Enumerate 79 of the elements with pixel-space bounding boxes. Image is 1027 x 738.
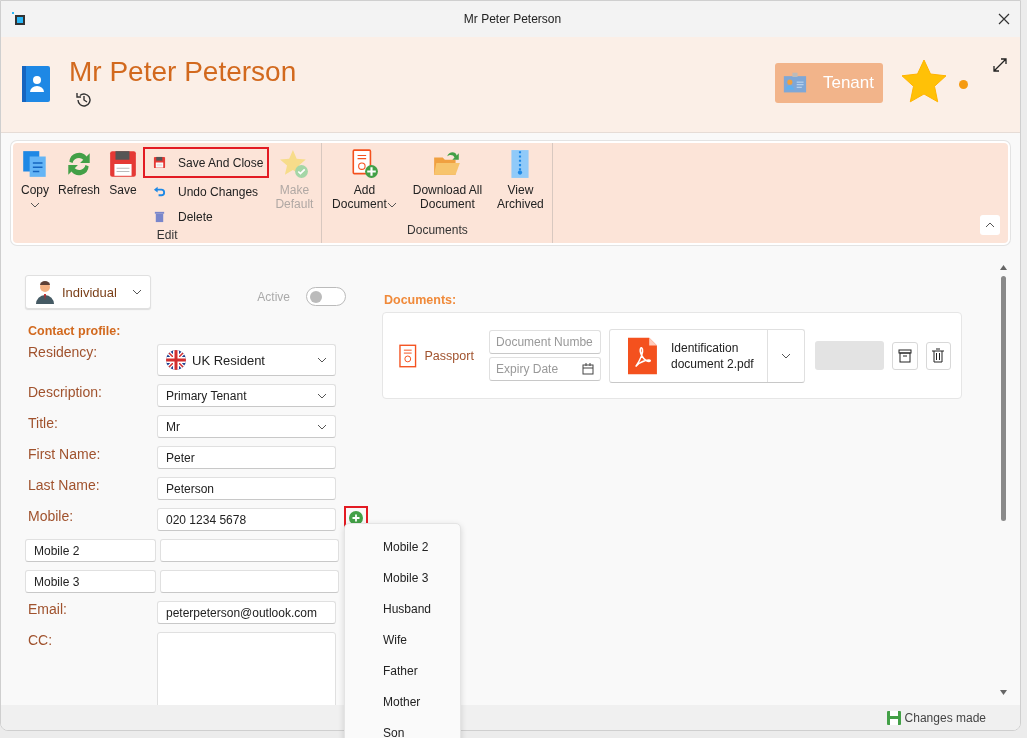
ribbon-button[interactable]: Copy [17, 147, 53, 213]
field-label: Last Name: [27, 477, 101, 493]
group-label: Documents [406, 223, 469, 239]
tenant-badge: Tenant [775, 63, 883, 103]
delete-button[interactable] [925, 341, 951, 370]
calendar-icon[interactable] [582, 363, 595, 375]
input-field[interactable]: 020 1234 5678 [157, 508, 336, 531]
history-icon[interactable] [75, 91, 93, 109]
contact-book-icon [21, 65, 51, 103]
document-type: Passport [424, 348, 475, 363]
documents-title: Documents: [384, 293, 458, 307]
field-label: CC: [27, 632, 54, 648]
archive-button[interactable] [892, 341, 918, 370]
field-label: Title: [27, 415, 59, 431]
scroll-up-icon[interactable] [999, 265, 1007, 270]
ribbon-button[interactable]: Undo Changes [143, 180, 270, 203]
input-field[interactable] [160, 539, 339, 562]
field-label: Mobile: [27, 508, 75, 524]
section-title: Contact profile: [28, 324, 122, 338]
input-field[interactable]: Peter [157, 446, 336, 469]
input-field[interactable]: Peterson [157, 477, 336, 500]
menu-item[interactable]: Mother [345, 686, 460, 717]
status-text: Changes made [904, 710, 986, 725]
trash-icon [153, 210, 167, 223]
chevron-down-icon [132, 289, 142, 295]
star-check-icon [279, 149, 310, 179]
input-field[interactable] [160, 570, 339, 593]
menu-item[interactable]: Son [345, 717, 460, 738]
select-field[interactable]: Mr [157, 415, 336, 438]
undo-icon [153, 185, 167, 198]
pdf-file-icon [628, 336, 657, 375]
menu-item[interactable]: Mobile 3 [345, 562, 460, 593]
empty-slot [815, 341, 885, 370]
ribbon-button[interactable]: View Archived [492, 147, 549, 213]
contact-type-select[interactable]: Individual [25, 275, 151, 309]
ribbon-button[interactable]: Refresh [55, 147, 104, 199]
ribbon-button[interactable]: Save [105, 147, 142, 199]
ribbon-button[interactable]: Delete [143, 205, 270, 228]
star-icon[interactable] [901, 59, 947, 103]
menu-item[interactable]: Father [345, 655, 460, 686]
person-icon [34, 280, 56, 304]
app-icon [11, 11, 27, 27]
expand-icon[interactable] [992, 57, 1008, 73]
archive-icon [897, 348, 912, 363]
menu-item[interactable]: Mobile 2 [345, 531, 460, 562]
contact-name: Mr Peter Peterson [69, 57, 297, 87]
chevron-down-icon [317, 392, 327, 399]
select-field[interactable]: Primary Tenant [157, 384, 336, 407]
chevron-down-icon [30, 202, 40, 208]
active-toggle[interactable] [306, 287, 346, 306]
field-label: Description: [27, 384, 103, 400]
certificate-icon [399, 343, 417, 368]
ribbon-button[interactable]: Download All Document [404, 147, 491, 213]
input-field[interactable]: peterpeterson@outlook.com [157, 601, 336, 624]
field-label: Residency: [27, 344, 99, 360]
trash-icon [931, 348, 946, 363]
select-field[interactable]: UK Resident [157, 344, 336, 376]
label-field[interactable]: Mobile 2 [25, 539, 156, 562]
active-label: Active [257, 289, 290, 304]
menu-item[interactable]: Wife [345, 624, 460, 655]
collapse-icon [985, 222, 995, 228]
field-label: Email: [27, 601, 68, 617]
close-icon[interactable] [998, 13, 1010, 25]
file-select[interactable]: Identification document 2.pdf [609, 328, 806, 383]
chevron-down-icon [386, 202, 397, 208]
status-dot [959, 80, 968, 89]
chevron-down-icon [317, 357, 327, 363]
id-card-icon [783, 71, 807, 95]
menu-item[interactable]: Husband [345, 593, 460, 624]
chevron-down-icon [781, 352, 792, 359]
chevron-down-icon [317, 423, 327, 430]
ribbon-button[interactable]: Save And Close [143, 147, 270, 178]
group-label: Edit [155, 228, 179, 243]
ribbon-button[interactable]: Add Document [326, 147, 403, 213]
label-field[interactable]: Mobile 3 [25, 570, 156, 593]
scroll-down-icon[interactable] [999, 690, 1007, 695]
window-title: Mr Peter Peterson [462, 12, 563, 26]
add-document-icon [349, 149, 380, 179]
field-label: First Name: [27, 446, 102, 462]
